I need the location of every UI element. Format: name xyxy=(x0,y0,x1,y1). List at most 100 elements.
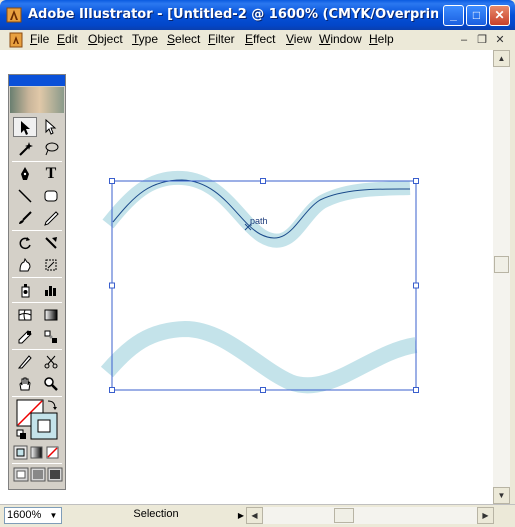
direct-selection-tool[interactable] xyxy=(39,117,63,137)
arrow-icon xyxy=(21,121,30,135)
magic-wand-icon xyxy=(19,142,33,156)
eyedropper-icon xyxy=(18,330,32,344)
color-mode-buttons xyxy=(13,445,63,461)
scroll-down-arrow-icon[interactable]: ▼ xyxy=(493,487,510,504)
slice-tool[interactable] xyxy=(13,352,37,372)
artboard-canvas[interactable]: path xyxy=(0,50,493,504)
title-bar: Adobe Illustrator - [Untitled-2 @ 1600% … xyxy=(0,0,515,30)
artwork: path xyxy=(100,170,419,394)
screen-mode-buttons[interactable] xyxy=(13,467,63,483)
slice-knife-icon xyxy=(17,355,32,369)
horizontal-scrollbar[interactable]: ◀ ▶ xyxy=(246,507,494,524)
menu-select[interactable]: Select xyxy=(167,32,200,46)
zoom-tool[interactable] xyxy=(39,374,63,394)
line-icon xyxy=(18,189,32,203)
venus-logo[interactable] xyxy=(10,87,64,113)
menu-window[interactable]: Window xyxy=(319,32,362,46)
rounded-rect-icon xyxy=(44,190,58,202)
free-transform-tool[interactable] xyxy=(39,255,63,275)
scissors-tool[interactable] xyxy=(39,352,63,372)
pencil-tool[interactable] xyxy=(39,208,63,228)
gradient-tool[interactable] xyxy=(39,305,63,325)
blend-tool[interactable] xyxy=(39,327,63,347)
bar-chart-icon xyxy=(45,286,56,296)
horizontal-scroll-thumb[interactable] xyxy=(334,508,354,523)
current-tool-label: Selection xyxy=(133,508,179,520)
blend-icon xyxy=(44,330,57,343)
illustrator-app-icon[interactable] xyxy=(6,7,22,23)
eyedropper-tool[interactable] xyxy=(13,327,37,347)
menu-edit[interactable]: Edit xyxy=(57,32,78,46)
close-button[interactable]: ✕ xyxy=(489,5,510,26)
lasso-icon xyxy=(45,142,59,156)
scroll-left-arrow-icon[interactable]: ◀ xyxy=(246,507,263,524)
pen-tool[interactable] xyxy=(13,164,37,184)
scissors-icon xyxy=(44,355,58,369)
palette-title-bar[interactable] xyxy=(9,75,65,86)
chevron-down-icon[interactable]: ▼ xyxy=(47,509,60,522)
minimize-button[interactable]: _ xyxy=(443,5,464,26)
lasso-tool[interactable] xyxy=(39,139,63,159)
maximize-button[interactable]: □ xyxy=(466,5,487,26)
doc-restore-button[interactable]: ❐ xyxy=(475,33,489,47)
scale-icon xyxy=(45,237,57,249)
menu-bar: File Edit Object Type Select Filter Effe… xyxy=(0,30,515,50)
hollow-arrow-icon xyxy=(45,119,57,135)
mesh-icon xyxy=(18,309,32,321)
document-icon[interactable] xyxy=(8,32,24,48)
rotate-tool[interactable] xyxy=(13,233,37,253)
menu-object[interactable]: Object xyxy=(88,32,123,46)
spray-can-icon xyxy=(21,284,30,298)
tool-palette: T xyxy=(8,74,66,490)
pen-nib-icon xyxy=(21,167,29,180)
gradient-icon xyxy=(44,309,58,321)
magic-wand-tool[interactable] xyxy=(13,139,37,159)
menu-effect[interactable]: Effect xyxy=(245,32,275,46)
paintbrush-tool[interactable] xyxy=(13,208,37,228)
tool-separator xyxy=(12,302,62,303)
status-menu-arrow-icon[interactable]: ▶ xyxy=(238,508,244,523)
fill-stroke-swatches xyxy=(15,399,59,441)
hand-icon xyxy=(19,377,31,391)
tool-separator xyxy=(12,161,62,162)
tool-separator xyxy=(12,277,62,278)
rectangle-tool[interactable] xyxy=(39,186,63,206)
zoom-value: 1600% xyxy=(7,509,42,521)
status-tool-menu[interactable]: Selection ▶ xyxy=(66,507,246,524)
pencil-icon xyxy=(44,211,59,226)
type-tool[interactable]: T xyxy=(39,164,63,184)
free-transform-icon xyxy=(45,259,57,271)
zoom-level-field[interactable]: 1600% ▼ xyxy=(4,507,62,524)
menu-filter[interactable]: Filter xyxy=(208,32,235,46)
menu-type[interactable]: Type xyxy=(132,32,158,46)
selection-tool[interactable] xyxy=(13,117,37,137)
upper-wavy-stroke[interactable] xyxy=(102,170,411,248)
rotate-icon xyxy=(19,237,31,250)
symbol-sprayer-tool[interactable] xyxy=(13,280,37,300)
doc-close-button[interactable]: ✕ xyxy=(493,33,507,47)
menu-file[interactable]: File xyxy=(30,32,49,46)
warp-tool[interactable] xyxy=(13,255,37,275)
tool-separator xyxy=(12,396,62,397)
mesh-tool[interactable] xyxy=(13,305,37,325)
status-bar: 1600% ▼ Selection ▶ ◀ ▶ xyxy=(0,504,515,527)
paintbrush-icon xyxy=(19,211,32,224)
scroll-right-arrow-icon[interactable]: ▶ xyxy=(477,507,494,524)
tool-separator xyxy=(12,463,62,464)
menu-view[interactable]: View xyxy=(286,32,312,46)
tool-separator xyxy=(12,230,62,231)
scroll-up-arrow-icon[interactable]: ▲ xyxy=(493,50,510,67)
window-title: Adobe Illustrator - [Untitled-2 @ 1600% … xyxy=(28,7,438,22)
lower-wavy-stroke[interactable] xyxy=(100,320,418,394)
menu-help[interactable]: Help xyxy=(369,32,394,46)
path-hint-label: path xyxy=(250,216,268,226)
magnifier-icon xyxy=(44,377,58,391)
line-segment-tool[interactable] xyxy=(13,186,37,206)
vertical-scrollbar[interactable]: ▲ ▼ xyxy=(493,50,510,504)
scale-tool[interactable] xyxy=(39,233,63,253)
vertical-scroll-thumb[interactable] xyxy=(494,256,509,273)
hand-tool[interactable] xyxy=(13,374,37,394)
column-graph-tool[interactable] xyxy=(39,280,63,300)
doc-minimize-button[interactable]: – xyxy=(457,33,471,47)
gradient-button xyxy=(30,446,43,459)
